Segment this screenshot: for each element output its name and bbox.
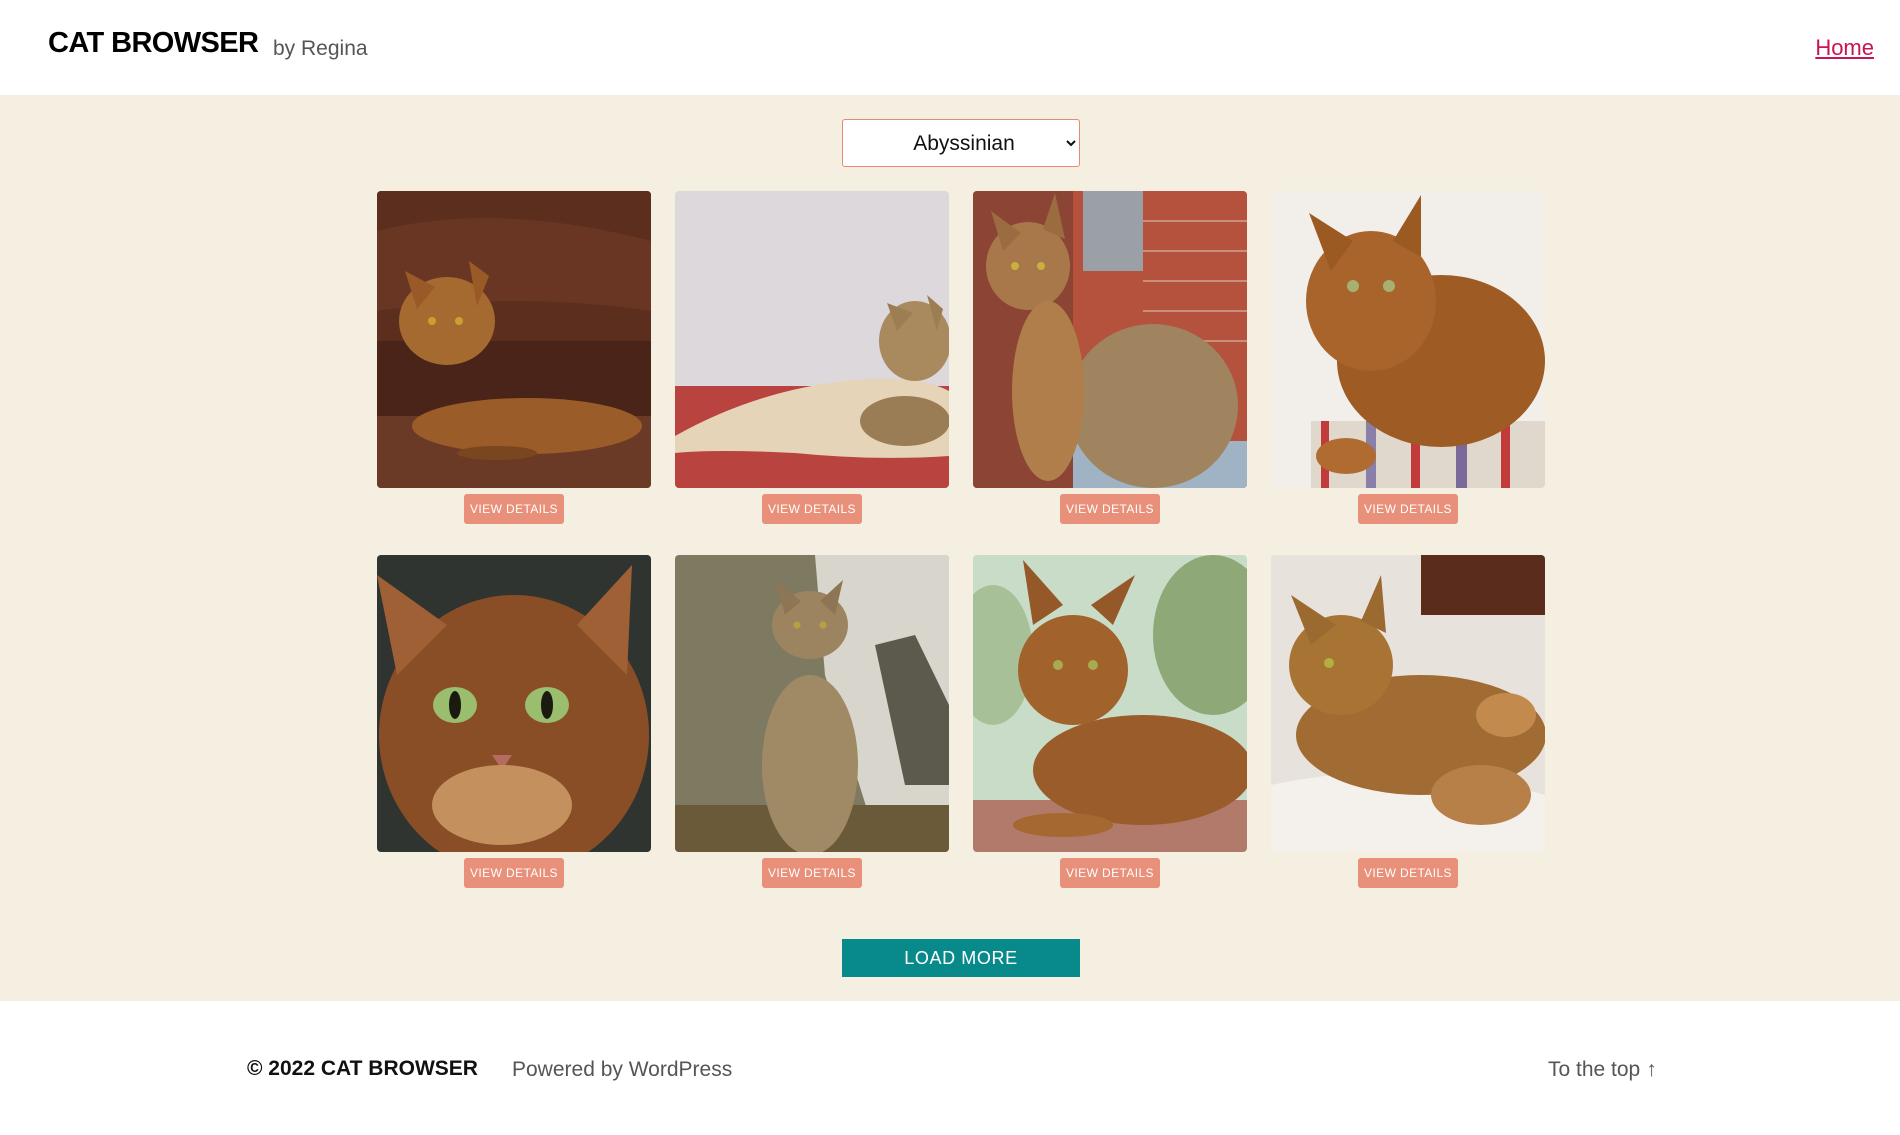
cat-card: VIEW DETAILS bbox=[1271, 191, 1545, 524]
cat-photo[interactable] bbox=[675, 555, 949, 852]
site-tagline: by Regina bbox=[273, 37, 368, 60]
cat-card: VIEW DETAILS bbox=[377, 555, 651, 888]
view-details-button[interactable]: VIEW DETAILS bbox=[1060, 494, 1160, 524]
view-details-button[interactable]: VIEW DETAILS bbox=[1060, 858, 1160, 888]
to-the-top-link[interactable]: To the top ↑ bbox=[1548, 1058, 1657, 1082]
load-more-button[interactable]: LOAD MORE bbox=[842, 939, 1080, 977]
cat-card: VIEW DETAILS bbox=[675, 191, 949, 524]
view-details-button[interactable]: VIEW DETAILS bbox=[464, 494, 564, 524]
cat-photo[interactable] bbox=[1271, 555, 1545, 852]
view-details-button[interactable]: VIEW DETAILS bbox=[1358, 494, 1458, 524]
cat-photo[interactable] bbox=[377, 555, 651, 852]
breed-select[interactable]: Abyssinian bbox=[842, 119, 1080, 167]
view-details-button[interactable]: VIEW DETAILS bbox=[464, 858, 564, 888]
cat-photo[interactable] bbox=[973, 191, 1247, 488]
site-footer: © 2022 CAT BROWSER Powered by WordPress … bbox=[0, 1001, 1900, 1135]
nav-home-link[interactable]: Home bbox=[1815, 35, 1874, 61]
view-details-button[interactable]: VIEW DETAILS bbox=[762, 858, 862, 888]
site-title[interactable]: CAT BROWSER bbox=[48, 27, 259, 60]
view-details-button[interactable]: VIEW DETAILS bbox=[762, 494, 862, 524]
cat-card: VIEW DETAILS bbox=[973, 191, 1247, 524]
cat-photo[interactable] bbox=[675, 191, 949, 488]
footer-copyright: © 2022 CAT BROWSER bbox=[247, 1057, 478, 1080]
powered-by-link[interactable]: Powered by WordPress bbox=[512, 1058, 732, 1082]
cat-photo[interactable] bbox=[973, 555, 1247, 852]
cat-card: VIEW DETAILS bbox=[973, 555, 1247, 888]
cat-grid: VIEW DETAILS VIEW DETAILS VIEW DETAILS V… bbox=[377, 191, 1545, 888]
cat-card: VIEW DETAILS bbox=[1271, 555, 1545, 888]
to-the-top-label: To the top bbox=[1548, 1058, 1641, 1081]
site-header: CAT BROWSER by Regina Home bbox=[0, 0, 1900, 95]
view-details-button[interactable]: VIEW DETAILS bbox=[1358, 858, 1458, 888]
main-content: Abyssinian VIEW DETAILS VIEW DETAILS VIE… bbox=[0, 95, 1900, 1001]
cat-photo[interactable] bbox=[1271, 191, 1545, 488]
cat-card: VIEW DETAILS bbox=[675, 555, 949, 888]
arrow-up-icon: ↑ bbox=[1646, 1058, 1657, 1081]
cat-card: VIEW DETAILS bbox=[377, 191, 651, 524]
cat-photo[interactable] bbox=[377, 191, 651, 488]
